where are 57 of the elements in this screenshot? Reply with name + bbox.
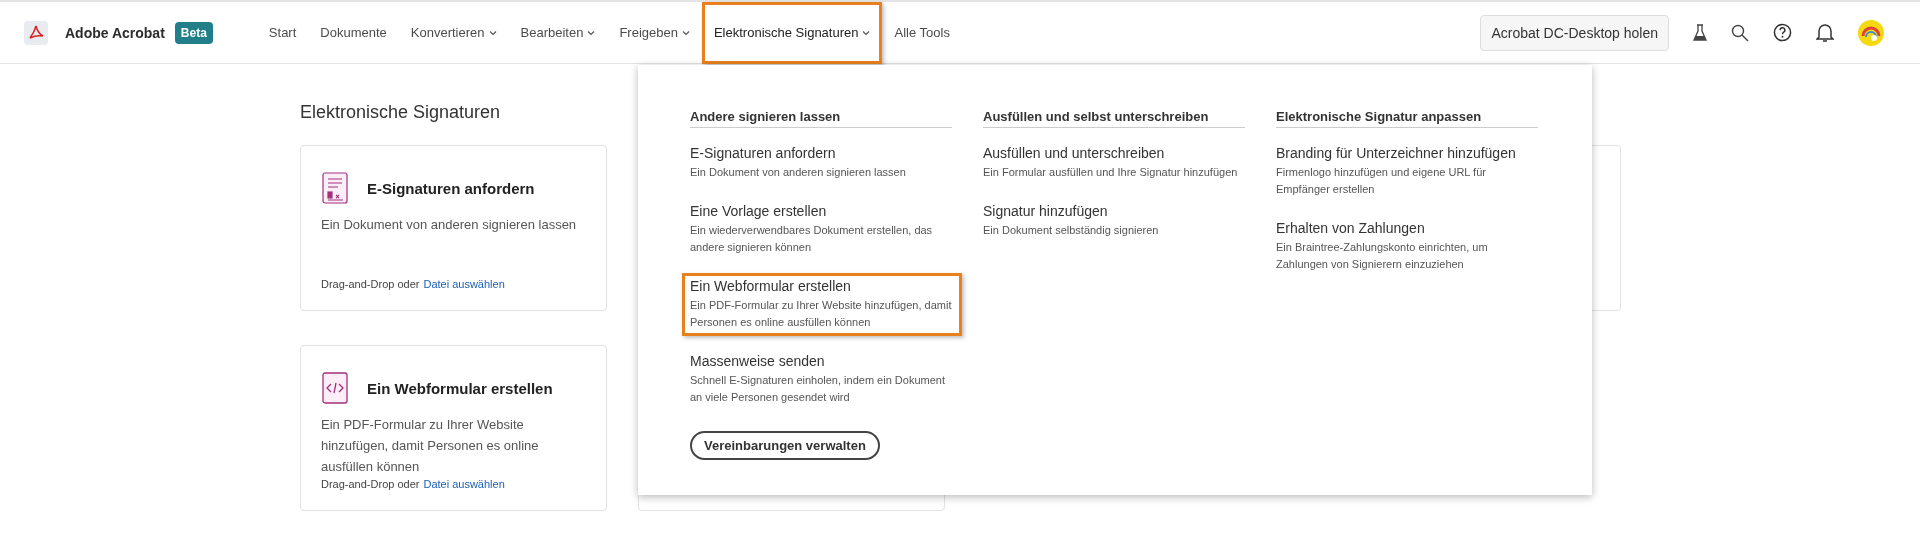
menu-item-description: Schnell E-Signaturen einholen, indem ein Dokument an viele Personen gesendet wird (690, 373, 946, 405)
bell-icon[interactable] (1816, 22, 1834, 43)
menu-item[interactable]: Signatur hinzufügen Ein Dokument selbständig signieren (975, 198, 1255, 244)
document-icon (321, 172, 349, 204)
menu-item-title: Branding für Unterzeichner hinzufügen (1276, 145, 1517, 161)
menu-item-title: Erhalten von Zahlungen (1276, 220, 1426, 236)
menu-item[interactable]: Eine Vorlage erstellen Ein wiederverwendbares Dokument erstellen, das andere signieren können (682, 198, 962, 261)
menu-item[interactable]: Branding für Unterzeichner hinzufügen Firmenlogo hinzufügen und eigene URL für Empfänger erstellen (1268, 140, 1548, 203)
menu-item-description: Firmenlogo hinzufügen und eigene URL für Empfänger erstellen (1276, 165, 1487, 197)
manage-button[interactable]: Vereinbarungen verwalten (690, 431, 880, 460)
search-icon[interactable] (1731, 23, 1749, 42)
file-link[interactable]: Datei auswählen (423, 478, 505, 490)
tool-card[interactable]: E-Signaturen anfordern Ein Dokument von anderen signieren lassen Drag-and-Drop oder Datei auswählen (300, 145, 607, 311)
card-description: Ein PDF-Formular zu Ihrer Website hinzufügen, damit Personen es online ausfüllen können (321, 416, 540, 476)
nav-item[interactable]: Dokumente (308, 1, 399, 64)
menu-item-title: Ein Webformular erstellen (690, 278, 852, 294)
menu-item-description: Ein wiederverwendbares Dokument erstellen, das andere signieren können (690, 223, 934, 255)
help-icon[interactable] (1773, 23, 1792, 42)
menu-item[interactable]: E-Signaturen anfordern Ein Dokument von anderen signieren lassen (682, 140, 962, 186)
drop-hint: Drag-and-Drop oder (321, 478, 420, 490)
menu-item-description: Ein Dokument von anderen signieren lassen (690, 165, 907, 180)
menu-item-description: Ein Formular ausfüllen und Ihre Signatur hinzufügen (983, 165, 1239, 180)
app-name: Adobe Acrobat (65, 24, 165, 41)
beta-badge: Beta (174, 21, 213, 44)
menu-item[interactable]: Ausfüllen und unterschreiben Ein Formular ausfüllen und Ihre Signatur hinzufügen (975, 140, 1255, 186)
menu-item-description: Ein Braintree-Zahlungskonto einrichten, um Zahlungen von Signierern einzuziehen (1276, 240, 1489, 272)
card-title: Ein Webformular erstellen (367, 379, 553, 397)
nav-item[interactable]: Freigeben (607, 1, 702, 64)
page-title: Elektronische Signaturen (300, 102, 501, 123)
menu-item-title: Eine Vorlage erstellen (690, 203, 828, 219)
flask-icon[interactable] (1693, 23, 1707, 42)
menu-item-description: Ein Dokument selbständig signieren (983, 223, 1160, 238)
menu-item-title: Signatur hinzufügen (983, 203, 1109, 219)
menu-item-title: Massenweise senden (690, 353, 826, 369)
menu-item-title: Ausfüllen und unterschreiben (983, 145, 1166, 161)
menu-item[interactable]: Massenweise senden Schnell E-Signaturen einholen, indem ein Dokument an viele Personen gesendet wird (682, 348, 962, 411)
nav-item[interactable]: Elektronische Signaturen (701, 1, 883, 64)
nav-item[interactable]: Start (256, 1, 309, 64)
menu-heading: Elektronische Signatur anpassen (1276, 109, 1538, 128)
app-logo-icon[interactable] (24, 20, 48, 45)
menu-item-title: E-Signaturen anfordern (690, 145, 837, 161)
tool-card[interactable]: Ein Webformular erstellen Ein PDF-Formular zu Ihrer Website hinzufügen, damit Personen es online ausfüllen können Drag-and-Drop oder Datei auswählen (300, 345, 607, 511)
nav-item[interactable]: Konvertieren (398, 1, 509, 64)
menu-item-description: Ein PDF-Formular zu Ihrer Website hinzufügen, damit Personen es online ausfüllen können (690, 298, 953, 330)
code-icon (321, 372, 349, 404)
card-title: E-Signaturen anfordern (367, 179, 535, 197)
menu-heading: Andere signieren lassen (690, 109, 952, 128)
avatar-icon[interactable] (1858, 19, 1884, 46)
file-link[interactable]: Datei auswählen (423, 278, 505, 290)
nav-item[interactable]: Alle Tools (882, 1, 962, 64)
card-description: Ein Dokument von anderen signieren lassen (321, 216, 578, 234)
drop-hint: Drag-and-Drop oder (321, 278, 420, 290)
desktop-button[interactable]: Acrobat DC-Desktop holen (1480, 14, 1669, 51)
menu-item[interactable]: Erhalten von Zahlungen Ein Braintree-Zahlungskonto einrichten, um Zahlungen von Signierern einzuziehen (1268, 215, 1548, 278)
menu-item[interactable]: Ein Webformular erstellen Ein PDF-Formular zu Ihrer Website hinzufügen, damit Personen es online ausfüllen können (682, 273, 962, 336)
menu-heading: Ausfüllen und selbst unterschreiben (983, 109, 1245, 128)
nav-item[interactable]: Bearbeiten (508, 1, 608, 64)
